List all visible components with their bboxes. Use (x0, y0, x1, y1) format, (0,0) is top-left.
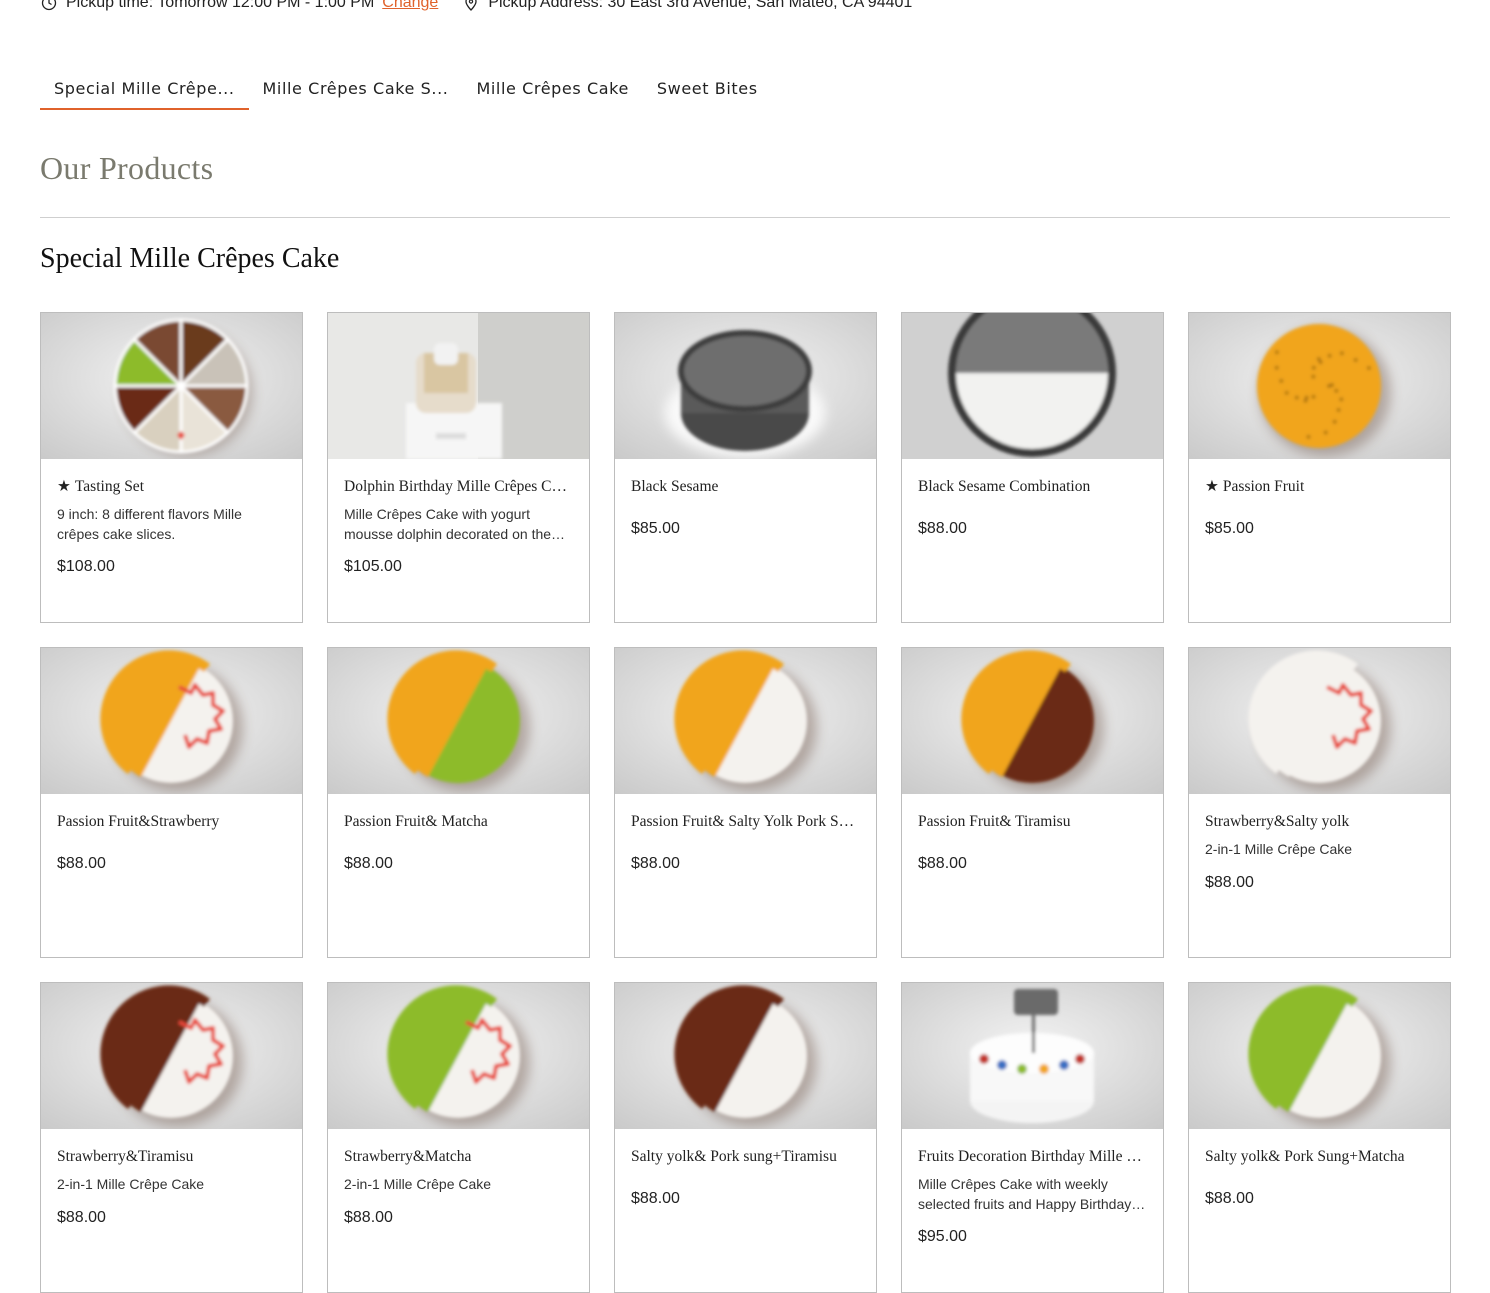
product-name-text: Fruits Decoration Birthday Mille Crêpes … (918, 1148, 1147, 1165)
product-price: $88.00 (918, 855, 967, 872)
product-price: $88.00 (57, 1208, 106, 1226)
page-title: Our Products (40, 150, 214, 186)
pickup-time-text: Pickup time: Tomorrow 12:00 PM - 1:00 PM (66, 0, 375, 11)
product-name[interactable]: Black Sesame Combination (918, 477, 1147, 497)
product-name[interactable]: Passion Fruit& Tiramisu (918, 812, 1147, 832)
product-name[interactable]: Fruits Decoration Birthday Mille Crêpes … (918, 1147, 1147, 1167)
product-name[interactable]: Strawberry&Matcha (344, 1147, 573, 1167)
product-image[interactable] (1189, 313, 1450, 459)
tab-mille-crepes-cake[interactable]: Mille Crêpes Cake (462, 70, 642, 110)
product-card[interactable]: Fruits Decoration Birthday Mille Crêpes … (901, 982, 1164, 1293)
product-description: 2-in-1 Mille Crêpe Cake (1205, 841, 1353, 857)
product-image[interactable] (902, 983, 1163, 1129)
product-price: $105.00 (344, 558, 402, 575)
product-price: $88.00 (1205, 1190, 1254, 1207)
product-name-text: Black Sesame (631, 478, 719, 495)
product-name[interactable]: ★ Passion Fruit (1205, 477, 1434, 497)
product-name-text: Tasting Set (74, 478, 144, 495)
product-name-text: Passion Fruit& Salty Yolk Pork Sung (631, 813, 860, 830)
product-name[interactable]: ★ Tasting Set (57, 477, 286, 497)
product-description: 2-in-1 Mille Crêpe Cake (57, 1176, 205, 1192)
product-price: $88.00 (344, 855, 393, 872)
product-card[interactable]: ★ Passion Fruit $85.00 (1188, 312, 1451, 623)
product-image[interactable] (328, 983, 589, 1129)
product-name-text: Salty yolk& Pork sung+Tiramisu (631, 1148, 837, 1165)
product-name-text: Strawberry&Tiramisu (57, 1148, 194, 1165)
product-image[interactable] (615, 983, 876, 1129)
product-card[interactable]: ★ Tasting Set 9 inch: 8 different flavors … (40, 312, 303, 623)
product-name[interactable]: Passion Fruit&Strawberry (57, 812, 286, 832)
product-price: $88.00 (631, 855, 680, 872)
product-image[interactable] (902, 648, 1163, 794)
category-tabs: Special Mille Crêpe... Mille Crêpes Cake… (40, 70, 772, 110)
product-image[interactable] (1189, 983, 1450, 1129)
product-card[interactable]: Dolphin Birthday Mille Crêpes Cake Mille … (327, 312, 590, 623)
product-name[interactable]: Dolphin Birthday Mille Crêpes Cake (344, 477, 573, 497)
product-name[interactable]: Black Sesame (631, 477, 860, 497)
product-name[interactable]: Passion Fruit& Matcha (344, 812, 573, 832)
product-card[interactable]: Strawberry&Salty yolk 2-in-1 Mille Crêpe … (1188, 647, 1451, 958)
pickup-info-bar: Pickup time: Tomorrow 12:00 PM - 1:00 PM… (40, 0, 912, 14)
product-price: $85.00 (1205, 520, 1254, 537)
product-price: $88.00 (631, 1190, 680, 1207)
product-image[interactable] (41, 313, 302, 459)
product-description: Mille Crêpes Cake with weekly selected f… (918, 1176, 1132, 1212)
product-card[interactable]: Passion Fruit& Tiramisu $88.00 (901, 647, 1164, 958)
product-name-text: Passion Fruit (1222, 478, 1305, 495)
product-image[interactable] (615, 648, 876, 794)
product-card[interactable]: Passion Fruit&Strawberry $88.00 (40, 647, 303, 958)
location-pin-icon (462, 0, 480, 12)
product-name[interactable]: Salty yolk& Pork Sung+Matcha (1205, 1147, 1434, 1167)
product-image[interactable] (902, 313, 1163, 459)
product-card[interactable]: Passion Fruit& Matcha $88.00 (327, 647, 590, 958)
star-icon: ★ (57, 478, 71, 495)
product-price: $85.00 (631, 520, 680, 537)
product-grid: ★ Tasting Set 9 inch: 8 different flavors … (40, 312, 1451, 1293)
product-card[interactable]: Salty yolk& Pork Sung+Matcha $88.00 (1188, 982, 1451, 1293)
product-name-text: Strawberry&Matcha (344, 1148, 472, 1165)
product-name-text: Passion Fruit& Tiramisu (918, 813, 1071, 830)
product-card[interactable]: Black Sesame Combination $88.00 (901, 312, 1164, 623)
product-price: $88.00 (57, 855, 106, 872)
product-description: 2-in-1 Mille Crêpe Cake (344, 1176, 492, 1192)
product-name-text: Strawberry&Salty yolk (1205, 813, 1350, 830)
product-card[interactable]: Black Sesame $85.00 (614, 312, 877, 623)
star-icon: ★ (1205, 478, 1219, 495)
product-name-text: Passion Fruit& Matcha (344, 813, 488, 830)
product-name-text: Black Sesame Combination (918, 478, 1091, 495)
tab-sweet-bites[interactable]: Sweet Bites (643, 70, 772, 110)
pickup-address-text: Pickup Address: 30 East 3rd Avenue, San … (488, 0, 913, 11)
product-price: $88.00 (918, 520, 967, 537)
product-price: $108.00 (57, 558, 115, 575)
product-image[interactable] (41, 648, 302, 794)
product-image[interactable] (615, 313, 876, 459)
product-name[interactable]: Strawberry&Tiramisu (57, 1147, 286, 1167)
divider (40, 217, 1450, 218)
product-description: Mille Crêpes Cake with yogurt mousse dol… (344, 506, 552, 542)
section-title: Special Mille Crêpes Cake (40, 243, 340, 274)
product-name[interactable]: Passion Fruit& Salty Yolk Pork Sung (631, 812, 860, 832)
product-price: $88.00 (1205, 873, 1254, 891)
product-price: $95.00 (918, 1228, 967, 1245)
product-card[interactable]: Salty yolk& Pork sung+Tiramisu $88.00 (614, 982, 877, 1293)
clock-icon (40, 0, 58, 12)
product-card[interactable]: Strawberry&Matcha 2-in-1 Mille Crêpe Cake… (327, 982, 590, 1293)
product-name-text: Salty yolk& Pork Sung+Matcha (1205, 1148, 1405, 1165)
product-image[interactable] (328, 313, 589, 459)
tab-mille-crepes-cake-slices[interactable]: Mille Crêpes Cake S... (249, 70, 463, 110)
product-card[interactable]: Passion Fruit& Salty Yolk Pork Sung $88.0… (614, 647, 877, 958)
product-description: 9 inch: 8 different flavors Mille crêpes… (57, 506, 242, 542)
product-name[interactable]: Salty yolk& Pork sung+Tiramisu (631, 1147, 860, 1167)
product-name-text: Dolphin Birthday Mille Crêpes Cake (344, 478, 573, 495)
product-price: $88.00 (344, 1208, 393, 1226)
change-pickup-link[interactable]: Change (382, 0, 438, 12)
product-image[interactable] (328, 648, 589, 794)
tab-special-mille-crepes[interactable]: Special Mille Crêpe... (40, 70, 249, 110)
product-image[interactable] (1189, 648, 1450, 794)
product-name-text: Passion Fruit&Strawberry (57, 813, 220, 830)
product-card[interactable]: Strawberry&Tiramisu 2-in-1 Mille Crêpe Ca… (40, 982, 303, 1293)
product-name[interactable]: Strawberry&Salty yolk (1205, 812, 1434, 832)
product-image[interactable] (41, 983, 302, 1129)
